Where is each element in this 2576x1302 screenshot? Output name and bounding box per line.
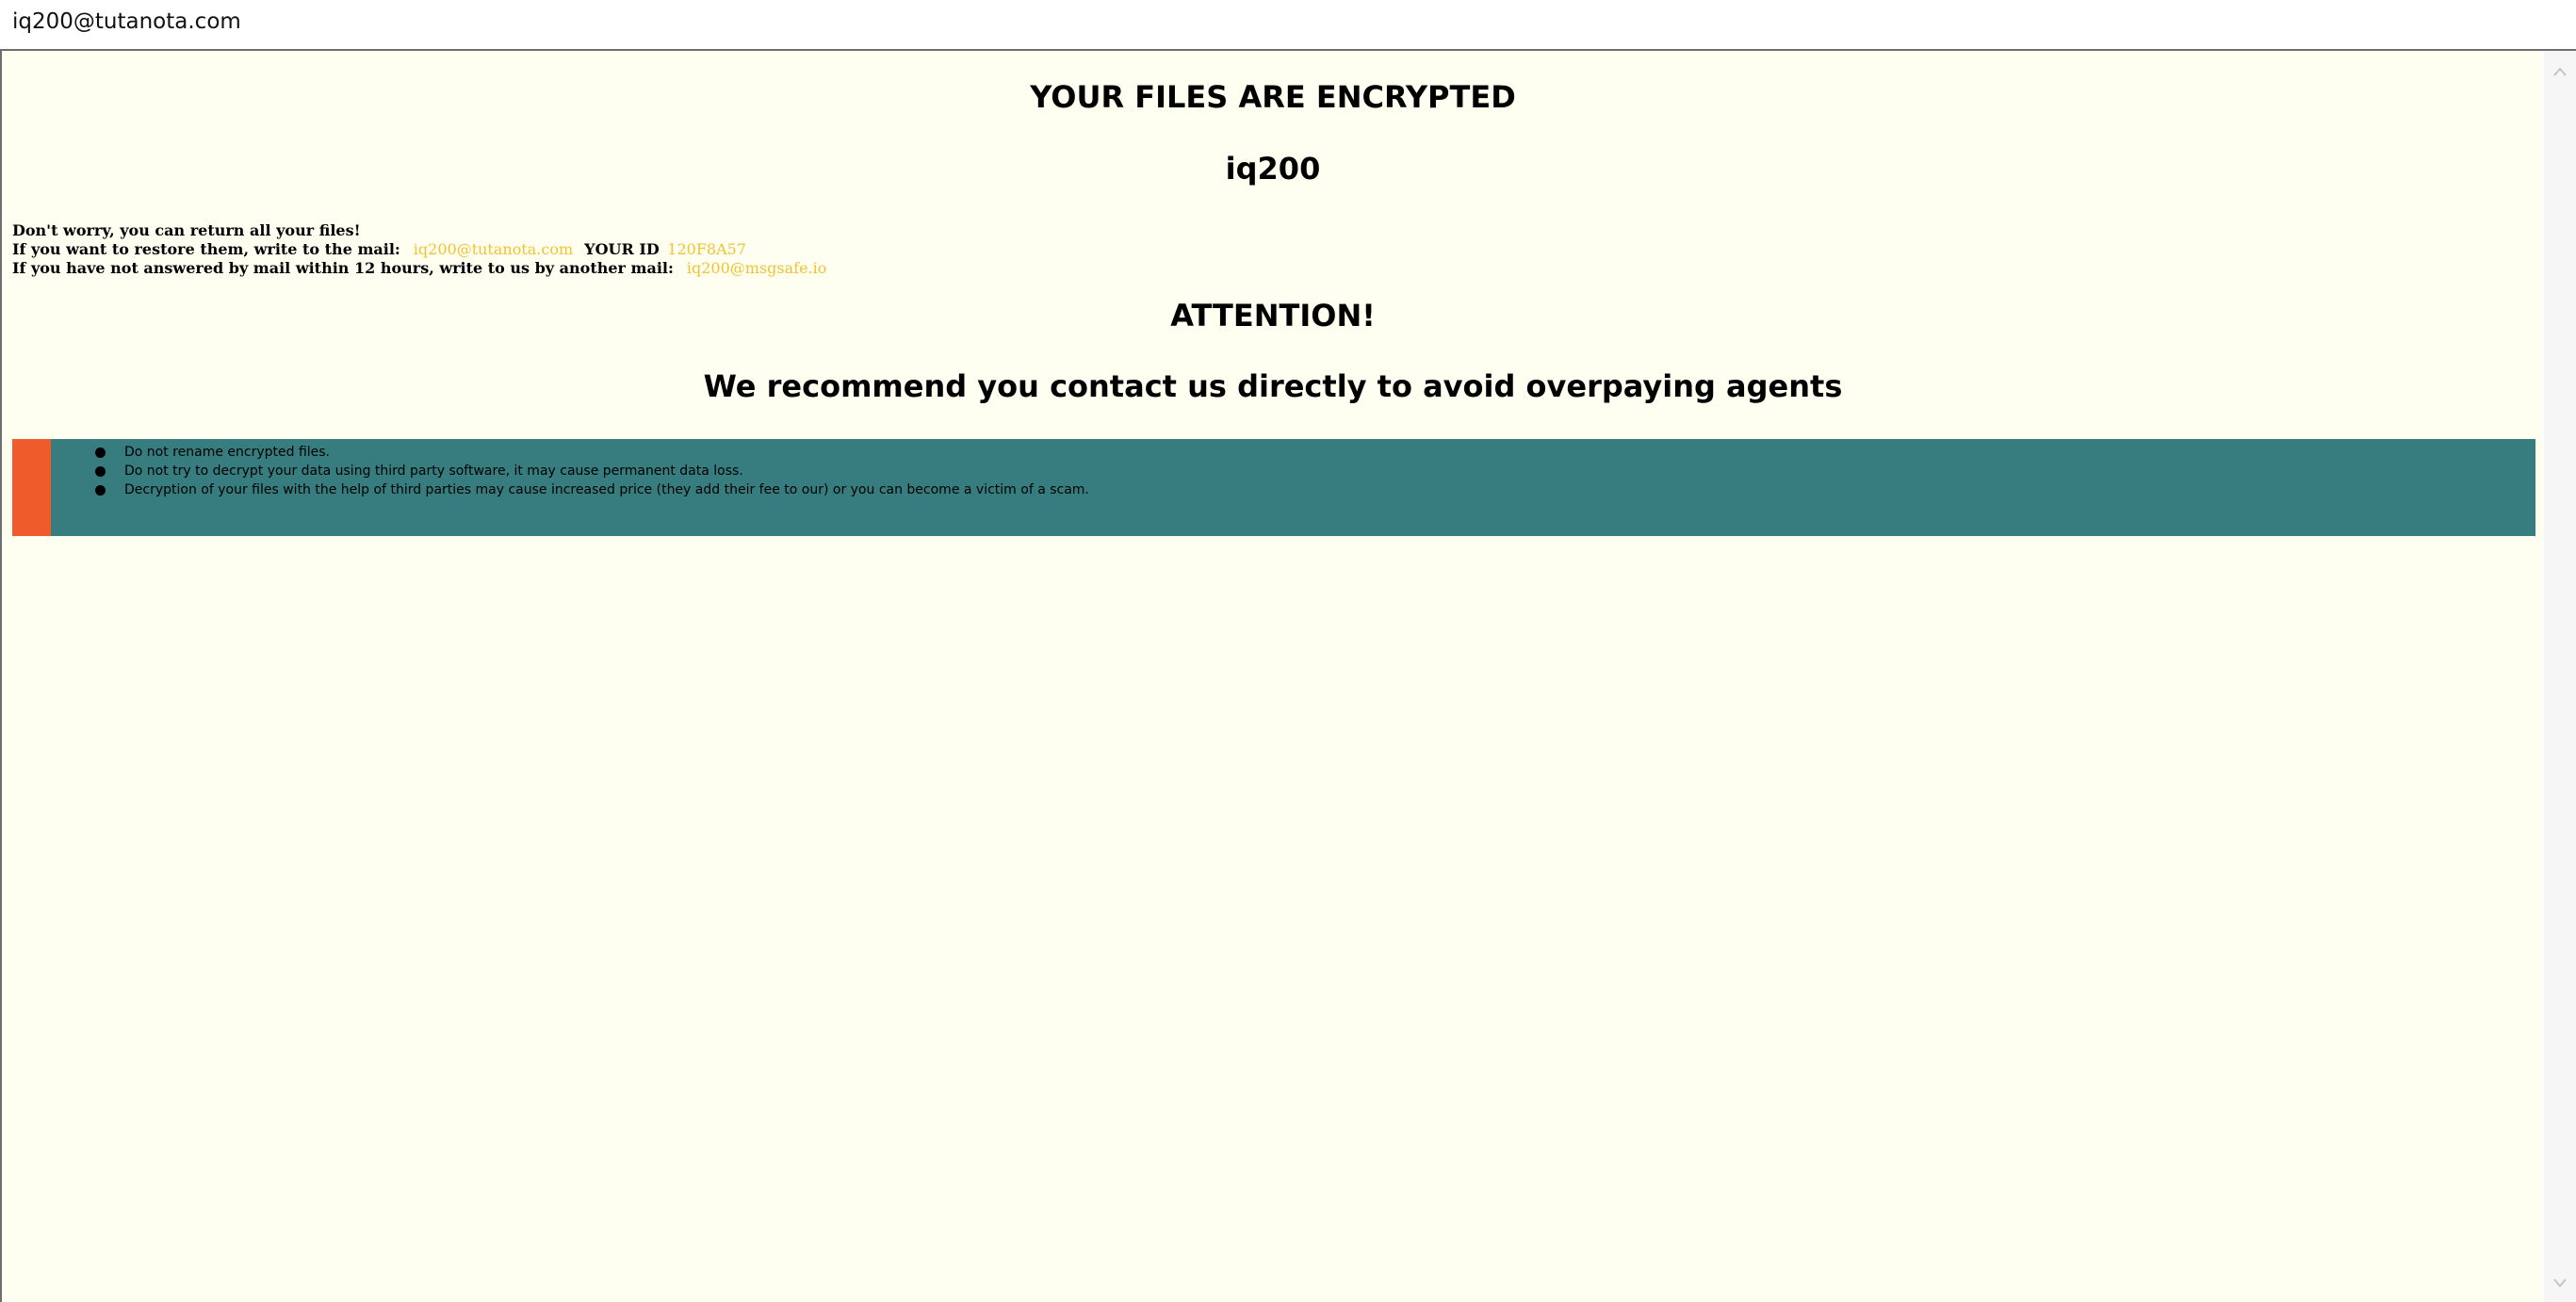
warning-list: Do not rename encrypted files. Do not tr… xyxy=(95,443,1089,499)
warning-stripe xyxy=(12,439,51,536)
document-frame: YOUR FILES ARE ENCRYPTED iq200 Don't wor… xyxy=(0,49,2576,1302)
warning-text: Decryption of your files with the help o… xyxy=(124,482,1089,497)
warning-item: Do not rename encrypted files. xyxy=(95,443,1089,462)
primary-email: iq200@tutanota.com xyxy=(413,240,574,258)
bullet-icon xyxy=(95,466,106,477)
vertical-scrollbar[interactable] xyxy=(2544,51,2576,1302)
contact-info: Don't worry, you can return all your fil… xyxy=(12,221,826,278)
warning-item: Do not try to decrypt your data using th… xyxy=(95,462,1089,480)
main-heading: YOUR FILES ARE ENCRYPTED xyxy=(1030,79,1516,115)
id-value: 120F8A57 xyxy=(667,240,747,258)
reassurance-text: Don't worry, you can return all your fil… xyxy=(12,221,361,239)
gang-name: iq200 xyxy=(1225,151,1321,187)
chevron-down-icon[interactable] xyxy=(2552,1276,2568,1291)
backup-contact-line: If you have not answered by mail within … xyxy=(12,259,826,278)
secondary-email: iq200@msgsafe.io xyxy=(686,259,827,277)
id-label: YOUR ID xyxy=(584,240,660,258)
window-title: iq200@tutanota.com xyxy=(12,9,241,34)
bullet-icon xyxy=(95,448,106,458)
warning-text: Do not try to decrypt your data using th… xyxy=(124,464,743,479)
restore-text: If you want to restore them, write to th… xyxy=(12,240,400,258)
backup-contact-text: If you have not answered by mail within … xyxy=(12,259,674,277)
attention-heading: ATTENTION! xyxy=(1170,298,1376,334)
warning-box: Do not rename encrypted files. Do not tr… xyxy=(12,439,2535,536)
ransom-note: YOUR FILES ARE ENCRYPTED iq200 Don't wor… xyxy=(2,51,2544,1302)
chevron-up-icon[interactable] xyxy=(2552,64,2568,79)
window-titlebar: iq200@tutanota.com xyxy=(0,0,2576,49)
restore-line: If you want to restore them, write to th… xyxy=(12,240,826,259)
reassurance-line: Don't worry, you can return all your fil… xyxy=(12,221,826,240)
recommendation-heading: We recommend you contact us directly to … xyxy=(703,368,1843,404)
warning-text: Do not rename encrypted files. xyxy=(124,445,331,460)
bullet-icon xyxy=(95,485,106,496)
warning-item: Decryption of your files with the help o… xyxy=(95,480,1089,499)
